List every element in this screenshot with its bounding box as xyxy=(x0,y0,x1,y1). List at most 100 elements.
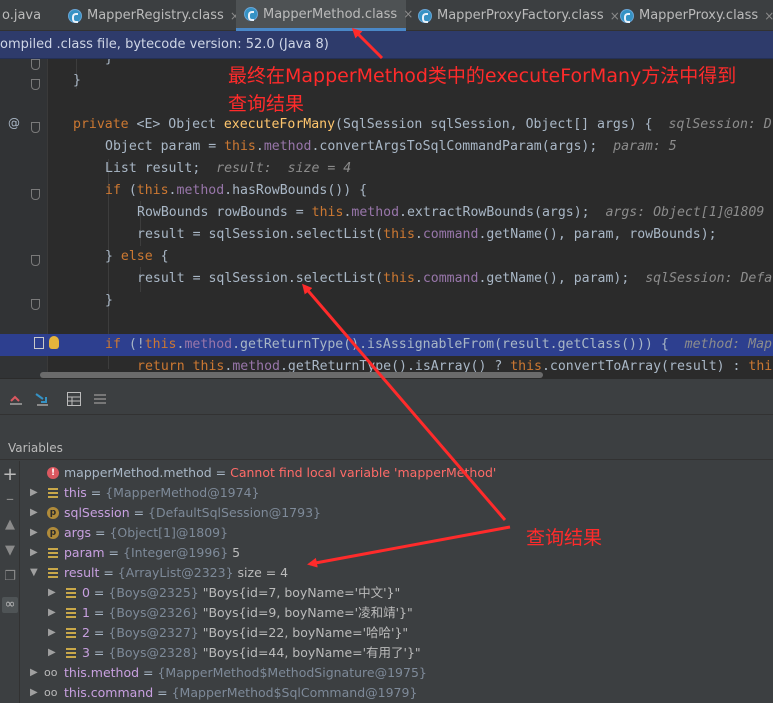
variable-row[interactable]: ▶ 3 = {Boys@2328} "Boys{id=44, boyName='… xyxy=(0,643,773,663)
keyword: this xyxy=(383,227,415,242)
equals-sign: = xyxy=(104,545,123,560)
variable-row[interactable]: ! mapperMethod.method = Cannot find loca… xyxy=(0,463,773,483)
expand-arrow-icon[interactable]: ▶ xyxy=(30,663,38,683)
field-ref: method xyxy=(176,183,225,198)
annotation-text: 最终在MapperMethod类中的executeForMany方法中得到 查询… xyxy=(228,62,736,118)
tab-mapper-proxy[interactable]: MapperProxy.class × xyxy=(614,0,773,31)
code-line[interactable]: } xyxy=(0,290,773,312)
keyword: if xyxy=(105,337,121,352)
field-icon xyxy=(47,567,59,579)
tab-mapper-registry[interactable]: MapperRegistry.class × xyxy=(62,0,240,31)
tab-label: MapperProxyFactory.class xyxy=(437,8,604,23)
code-text: .getReturnType().isAssignableFrom(result… xyxy=(232,337,669,352)
watch-expression: this.method xyxy=(64,665,140,680)
expand-arrow-icon[interactable]: ▶ xyxy=(30,683,38,703)
code-text: .getName(), param); xyxy=(478,271,630,286)
field-ref: command xyxy=(422,227,479,242)
code-line[interactable]: result = sqlSession.selectList(this.comm… xyxy=(0,224,773,246)
inline-debug-hint: result: size = 4 xyxy=(216,161,352,176)
decompiled-info-bar: ompiled .class file, bytecode version: 5… xyxy=(0,31,773,59)
keyword: this xyxy=(136,183,169,198)
tab-o-java[interactable]: o.java xyxy=(0,0,52,31)
expand-arrow-icon[interactable]: ▶ xyxy=(48,603,56,623)
equals-sign: = xyxy=(89,645,109,660)
variable-row[interactable]: ▶ param = {Integer@1996} 5 xyxy=(0,543,773,563)
variable-name: args xyxy=(64,525,92,540)
field-icon xyxy=(65,587,77,599)
code-text: .hasRowBounds()) { xyxy=(224,183,368,198)
keyword: this xyxy=(144,337,177,352)
keyword: if xyxy=(105,183,121,198)
code-line[interactable]: List result; result: size = 4 xyxy=(0,158,773,180)
variable-value: "Boys{id=7, boyName='中文'}" xyxy=(198,585,401,600)
run-to-cursor-icon[interactable] xyxy=(34,391,50,407)
variable-type: {MapperMethod$MethodSignature@1975} xyxy=(157,665,427,680)
keyword: this xyxy=(311,205,344,220)
expand-arrow-icon[interactable]: ▶ xyxy=(30,483,38,503)
variable-value: "Boys{id=44, boyName='有用了'}" xyxy=(198,645,421,660)
variable-type: {Boys@2327} xyxy=(108,625,199,640)
variable-row[interactable]: ▶ 2 = {Boys@2327} "Boys{id=22, boyName='… xyxy=(0,623,773,643)
lightbulb-icon[interactable] xyxy=(49,336,59,349)
equals-sign: = xyxy=(86,485,106,500)
close-icon[interactable]: × xyxy=(764,9,773,23)
watch-row[interactable]: ▶ oo this.method = {MapperMethod$MethodS… xyxy=(0,663,773,683)
variable-row[interactable]: ▼ result = {ArrayList@2323} size = 4 xyxy=(0,563,773,583)
class-file-icon xyxy=(244,7,258,21)
variable-name: 2 xyxy=(82,625,90,640)
code-text: . xyxy=(414,271,423,286)
collapse-arrow-icon[interactable]: ▼ xyxy=(30,563,38,583)
variable-name: 1 xyxy=(82,605,90,620)
trace-stream-icon[interactable] xyxy=(92,391,108,407)
variable-row[interactable]: ▶ 0 = {Boys@2325} "Boys{id=7, boyName='中… xyxy=(0,583,773,603)
variable-value: size = 4 xyxy=(233,565,289,580)
field-ref: method xyxy=(184,337,233,352)
keyword: this xyxy=(383,271,415,286)
step-out-icon[interactable] xyxy=(8,391,24,407)
tab-mapper-proxy-factory[interactable]: MapperProxyFactory.class × xyxy=(412,0,620,31)
expand-arrow-icon[interactable]: ▶ xyxy=(48,583,56,603)
code-text: result = sqlSession.selectList( xyxy=(137,227,384,242)
annotation-line: 查询结果 xyxy=(228,93,305,115)
inline-debug-hint: method: Map xyxy=(684,337,772,352)
variable-type: {Boys@2328} xyxy=(108,645,199,660)
code-line[interactable]: Object param = this.method.convertArgsTo… xyxy=(0,136,773,158)
variable-row[interactable]: ▶ 1 = {Boys@2326} "Boys{id=9, boyName='凌… xyxy=(0,603,773,623)
expand-arrow-icon[interactable]: ▶ xyxy=(48,623,56,643)
code-text: . xyxy=(255,139,264,154)
expand-arrow-icon[interactable]: ▶ xyxy=(30,543,38,563)
debugger-toolbar xyxy=(0,379,773,415)
variable-row[interactable]: ▶ this = {MapperMethod@1974} xyxy=(0,483,773,503)
annotation-line: 最终在MapperMethod类中的executeForMany方法中得到 xyxy=(228,65,737,87)
code-line[interactable]: if (this.method.hasRowBounds()) { xyxy=(0,180,773,202)
tab-mapper-method[interactable]: MapperMethod.class × xyxy=(236,0,413,31)
variable-error: Cannot find local variable 'mapperMethod… xyxy=(230,465,497,480)
info-text: ompiled .class file, bytecode version: 5… xyxy=(0,37,329,52)
code-text: .convertToArray(result) : xyxy=(541,359,749,374)
expand-arrow-icon[interactable]: ▶ xyxy=(30,523,38,543)
tab-label: MapperMethod.class xyxy=(263,6,398,22)
evaluate-expression-icon[interactable] xyxy=(66,391,82,407)
variable-row[interactable]: ▶ p sqlSession = {DefaultSqlSession@1793… xyxy=(0,503,773,523)
variable-value: "Boys{id=9, boyName='凌和靖'}" xyxy=(198,605,413,620)
expand-arrow-icon[interactable]: ▶ xyxy=(30,503,38,523)
expand-arrow-icon[interactable]: ▶ xyxy=(48,643,56,663)
variable-name: 0 xyxy=(82,585,90,600)
watch-row[interactable]: ▶ oo this.command = {MapperMethod$SqlCom… xyxy=(0,683,773,703)
code-text: } xyxy=(105,59,113,70)
bookmark-icon[interactable] xyxy=(34,337,44,349)
variable-name: mapperMethod.method xyxy=(64,465,212,480)
variable-type: {Integer@1996} xyxy=(123,545,229,560)
code-line-current-execution[interactable]: if (!this.method.getReturnType().isAssig… xyxy=(0,334,773,356)
code-line[interactable]: RowBounds rowBounds = this.method.extrac… xyxy=(0,202,773,224)
code-line[interactable]: } else { xyxy=(0,246,773,268)
equals-sign: = xyxy=(153,685,172,700)
class-file-icon xyxy=(620,8,634,23)
watch-icon: oo xyxy=(44,666,58,679)
field-icon xyxy=(47,487,59,499)
code-text: . xyxy=(414,227,423,242)
param-icon: p xyxy=(47,507,59,519)
variable-row[interactable]: ▶ p args = {Object[1]@1809} xyxy=(0,523,773,543)
code-line[interactable]: result = sqlSession.selectList(this.comm… xyxy=(0,268,773,290)
tab-label: MapperRegistry.class xyxy=(87,8,224,23)
